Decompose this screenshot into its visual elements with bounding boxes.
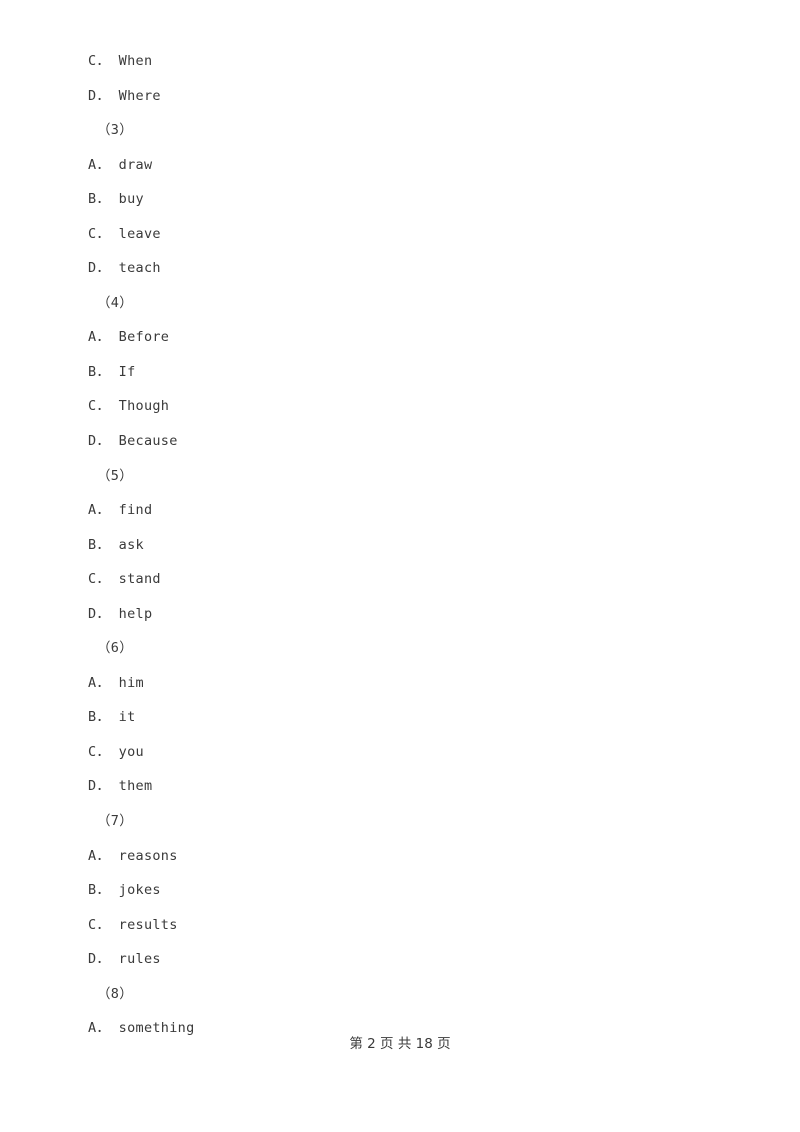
answer-option: D． rules bbox=[88, 951, 161, 968]
answer-option: D． them bbox=[88, 778, 153, 795]
answer-option: C． stand bbox=[88, 571, 161, 588]
answer-option: A． Before bbox=[88, 329, 170, 346]
answer-option: B． jokes bbox=[88, 882, 161, 899]
answer-option: C． leave bbox=[88, 225, 161, 242]
answer-option: D． Where bbox=[88, 87, 161, 104]
answer-option: B． If bbox=[88, 363, 136, 380]
answer-option: A． reasons bbox=[88, 847, 178, 864]
answer-option: B． buy bbox=[88, 191, 144, 208]
answer-option: C． results bbox=[88, 916, 178, 933]
question-number: （7） bbox=[97, 813, 134, 830]
answer-option: C． you bbox=[88, 743, 144, 760]
answer-option: A． draw bbox=[88, 156, 153, 173]
question-number: （4） bbox=[97, 294, 134, 311]
answer-option: D． Because bbox=[88, 433, 178, 450]
question-options-list: C． When D． Where （3） A． draw B． buy C． leave D… bbox=[88, 44, 708, 1046]
question-number: （5） bbox=[97, 467, 134, 484]
answer-option: D． help bbox=[88, 605, 153, 622]
answer-option: C． When bbox=[88, 53, 153, 69]
document-page: C． When D． Where （3） A． draw B． buy C． leave D… bbox=[0, 0, 800, 1132]
answer-option: D． teach bbox=[88, 260, 161, 277]
answer-option: A． him bbox=[88, 674, 144, 691]
answer-option: B． it bbox=[88, 709, 136, 726]
answer-option: A． find bbox=[88, 502, 153, 519]
question-number: （6） bbox=[97, 640, 134, 657]
answer-option: B． ask bbox=[88, 536, 144, 553]
answer-option: C． Though bbox=[88, 398, 170, 415]
page-footer: 第 2 页 共 18 页 bbox=[349, 1036, 451, 1052]
question-number: （3） bbox=[97, 122, 134, 139]
question-number: （8） bbox=[97, 985, 134, 1002]
